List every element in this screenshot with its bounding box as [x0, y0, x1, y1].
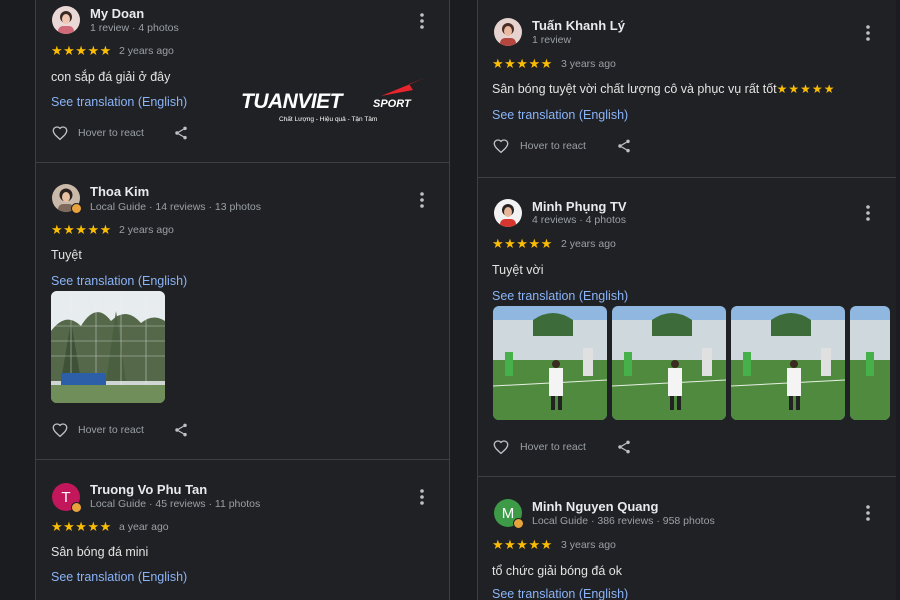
review-text: con sắp đá giải ở đây	[51, 70, 171, 84]
star-emoji: ★★★★★	[776, 82, 836, 96]
more-options-icon[interactable]	[415, 12, 429, 30]
local-guide-badge	[71, 502, 82, 513]
see-translation-link[interactable]: See translation (English)	[51, 274, 187, 288]
review-date: a year ago	[119, 521, 169, 533]
react-label[interactable]: Hover to react	[78, 424, 144, 436]
review-text: Sân bóng tuyệt vời chất lượng cô và phục…	[492, 82, 835, 96]
avatar[interactable]	[494, 18, 522, 46]
star-rating: ★★★★★	[51, 43, 112, 58]
reviewer-meta: Local Guide · 386 reviews · 958 photos	[532, 515, 715, 527]
reviewer-name[interactable]: Truong Vo Phu Tan	[90, 482, 207, 497]
see-translation-link[interactable]: See translation (English)	[492, 108, 628, 122]
react-label[interactable]: Hover to react	[520, 140, 586, 152]
heart-icon[interactable]	[51, 421, 69, 439]
review-card: Thoa Kim Local Guide · 14 reviews · 13 p…	[36, 162, 449, 460]
heart-icon[interactable]	[51, 124, 69, 142]
reviews-column-right: Tuấn Khanh Lý 1 review ★★★★★ 3 years ago…	[477, 0, 896, 600]
review-card: My Doan 1 review · 4 photos ★★★★★ 2 year…	[36, 0, 449, 163]
review-date: 2 years ago	[119, 224, 174, 236]
reviewer-meta: 1 review · 4 photos	[90, 22, 179, 34]
more-options-icon[interactable]	[861, 24, 875, 42]
logo-tagline: Chất Lượng - Hiệu quả - Tận Tâm	[279, 116, 378, 123]
see-translation-link[interactable]: See translation (English)	[492, 289, 628, 303]
avatar[interactable]	[494, 199, 522, 227]
share-icon[interactable]	[616, 439, 632, 455]
review-text: Tuyệt vời	[492, 263, 544, 277]
review-photo[interactable]	[612, 306, 726, 420]
heart-icon[interactable]	[492, 137, 510, 155]
reviews-column-left: My Doan 1 review · 4 photos ★★★★★ 2 year…	[35, 0, 450, 600]
star-rating: ★★★★★	[492, 537, 553, 552]
star-rating: ★★★★★	[492, 56, 553, 71]
more-options-icon[interactable]	[861, 204, 875, 222]
review-date: 2 years ago	[561, 238, 616, 250]
heart-icon[interactable]	[492, 438, 510, 456]
share-icon[interactable]	[173, 422, 189, 438]
review-card: Minh Phụng TV 4 reviews · 4 photos ★★★★★…	[478, 177, 896, 477]
logo-brand-suffix: SPORT	[373, 98, 411, 110]
avatar[interactable]	[52, 6, 80, 34]
react-label[interactable]: Hover to react	[78, 127, 144, 139]
local-guide-badge	[71, 203, 82, 214]
reviewer-name[interactable]: Minh Nguyen Quang	[532, 499, 658, 514]
review-card: M Minh Nguyen Quang Local Guide · 386 re…	[478, 476, 896, 600]
logo-swoosh-icon	[381, 78, 425, 96]
more-options-icon[interactable]	[861, 504, 875, 522]
review-photo[interactable]	[51, 291, 165, 403]
review-text-content: Sân bóng tuyệt vời chất lượng cô và phục…	[492, 82, 777, 96]
review-text: tổ chức giải bóng đá ok	[492, 564, 622, 578]
see-translation-link[interactable]: See translation (English)	[51, 570, 187, 584]
review-date: 3 years ago	[561, 58, 616, 70]
star-rating: ★★★★★	[51, 222, 112, 237]
star-rating: ★★★★★	[492, 236, 553, 251]
reviewer-meta: Local Guide · 14 reviews · 13 photos	[90, 201, 262, 213]
tuanviet-sport-logo: TUANVIET SPORT Chất Lượng - Hiệu quả - T…	[241, 76, 431, 128]
share-icon[interactable]	[616, 138, 632, 154]
more-options-icon[interactable]	[415, 191, 429, 209]
review-text: Sân bóng đá mini	[51, 545, 149, 559]
react-label[interactable]: Hover to react	[520, 441, 586, 453]
more-options-icon[interactable]	[415, 488, 429, 506]
see-translation-link[interactable]: See translation (English)	[492, 587, 628, 600]
review-photo[interactable]	[850, 306, 890, 420]
review-photo[interactable]	[493, 306, 607, 420]
review-text: Tuyệt	[51, 248, 82, 262]
reviewer-name[interactable]: Minh Phụng TV	[532, 199, 627, 214]
reviewer-name[interactable]: My Doan	[90, 6, 144, 21]
review-card: T Truong Vo Phu Tan Local Guide · 45 rev…	[36, 459, 449, 600]
reviewer-meta: 1 review	[532, 34, 572, 46]
review-photo[interactable]	[731, 306, 845, 420]
review-date: 2 years ago	[119, 45, 174, 57]
see-translation-link[interactable]: See translation (English)	[51, 95, 187, 109]
logo-brand: TUANVIET	[241, 90, 343, 113]
reviewer-meta: 4 reviews · 4 photos	[532, 214, 626, 226]
review-card: Tuấn Khanh Lý 1 review ★★★★★ 3 years ago…	[478, 0, 896, 178]
share-icon[interactable]	[173, 125, 189, 141]
local-guide-badge	[513, 518, 524, 529]
reviewer-meta: Local Guide · 45 reviews · 11 photos	[90, 498, 261, 510]
reviewer-name[interactable]: Thoa Kim	[90, 184, 149, 199]
reviewer-name[interactable]: Tuấn Khanh Lý	[532, 18, 625, 33]
star-rating: ★★★★★	[51, 519, 112, 534]
review-date: 3 years ago	[561, 539, 616, 551]
